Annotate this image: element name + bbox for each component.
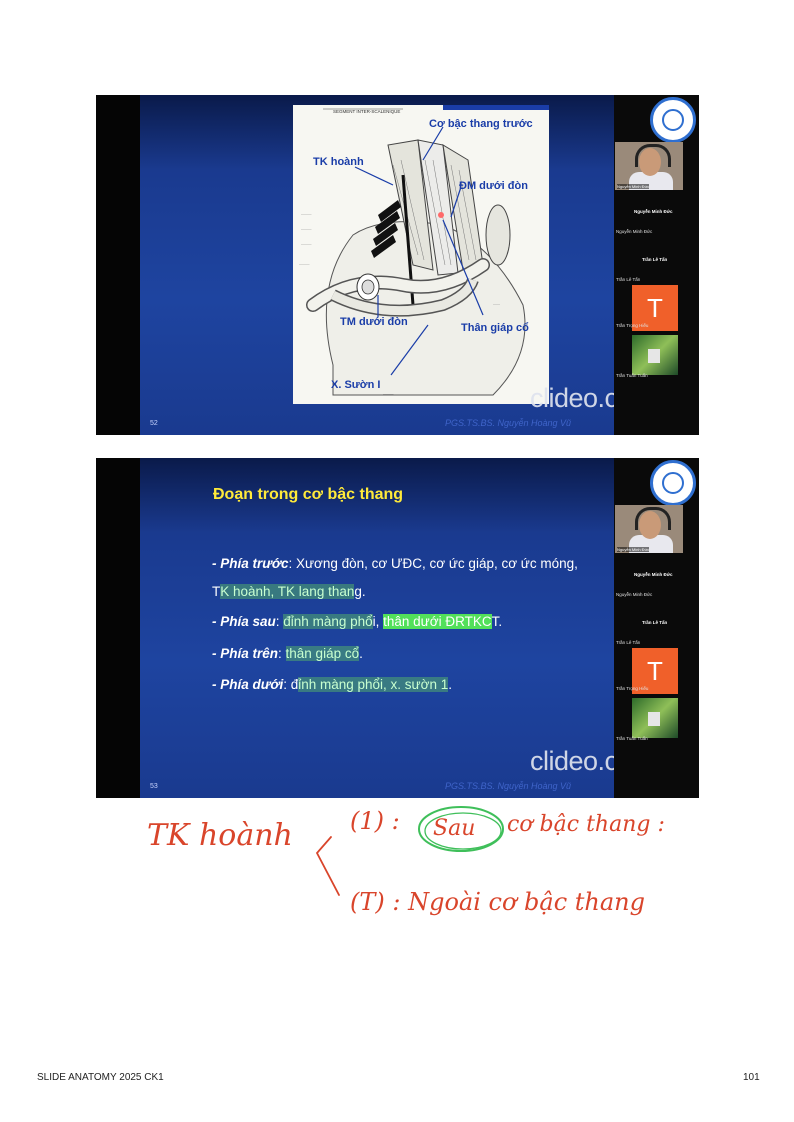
bullet-phia-sau: - Phía sau: đỉnh màng phổi, thân dưới ĐR… xyxy=(212,614,502,629)
footer-title: SLIDE ANATOMY 2025 CK1 xyxy=(37,1072,164,1083)
diagram-header: SEGMENT INTER-SCALENIQUE xyxy=(333,109,400,114)
bullet-text: i, xyxy=(372,614,384,629)
slide-number: 53 xyxy=(150,783,158,790)
svg-text:———: ——— xyxy=(301,227,312,231)
participant-name: Nguyễn Minh Đức xyxy=(634,572,673,577)
note-marker-1: (1) : xyxy=(350,807,400,835)
bullet-text: T xyxy=(212,584,221,599)
anatomy-diagram: SEGMENT INTER-SCALENIQUE ——— ——— ——— ———… xyxy=(293,105,549,404)
label-co-bac-thang-truoc: Cơ bậc thang trước xyxy=(429,118,533,130)
webcam-video: Nguyễn Minh Đức xyxy=(615,142,683,190)
bullet-phia-tren: - Phía trên: thân giáp cổ. xyxy=(212,646,363,661)
bullet-text: : xyxy=(278,646,286,661)
svg-text:———: ——— xyxy=(301,212,312,216)
label-tm-duoi-don: TM dưới đòn xyxy=(340,316,408,328)
video-name-label: Nguyễn Minh Đức xyxy=(617,547,650,552)
bullet-text: . xyxy=(359,646,363,661)
svg-text:———: ——— xyxy=(301,242,312,246)
participant-name: Trần Lê Tấn xyxy=(616,277,641,282)
video-participant-panel: Nguyễn Minh Đức Nguyễn Minh Đức Nguyễn M… xyxy=(614,95,699,435)
svg-text:——: —— xyxy=(493,302,501,306)
note-line2: (T) : Ngoài cơ bậc thang xyxy=(350,888,645,916)
slide-left-margin xyxy=(96,458,140,798)
bullet-label: - Phía trên xyxy=(212,646,279,661)
bullet-text: : Xương đòn, cơ ƯĐC, cơ ức giáp, cơ ức m… xyxy=(288,556,578,571)
highlighted-text: K hoành, TK lang than xyxy=(220,584,355,599)
bullet-label: - Phía trước xyxy=(212,556,289,571)
slide-title: Đoạn trong cơ bậc thang xyxy=(213,486,404,503)
participant-name: Trần Lê Tấn xyxy=(642,620,668,625)
highlighted-text: đỉnh màng phổ xyxy=(283,614,373,629)
slide-credit: PGS.TS.BS. Nguyễn Hoàng Vũ xyxy=(445,418,572,428)
participant-name: Nguyễn Minh Đức xyxy=(616,592,653,597)
participant-name: Trần Lê Tấn xyxy=(642,257,668,262)
slide-52: SEGMENT INTER-SCALENIQUE ——— ——— ——— ———… xyxy=(96,95,699,435)
note-tk-hoanh: TK hoành xyxy=(147,818,293,853)
video-name-label: Nguyễn Minh Đức xyxy=(617,184,650,189)
label-than-giap-co: Thân giáp cổ xyxy=(461,322,529,334)
participant-thumbnail xyxy=(632,335,678,375)
slide-left-margin xyxy=(96,95,140,435)
webcam-video: Nguyễn Minh Đức xyxy=(615,505,683,553)
label-tk-hoanh: TK hoành xyxy=(313,156,364,168)
highlighted-text: thân giáp cổ xyxy=(285,646,360,661)
university-logo-icon xyxy=(650,460,696,506)
participant-name: Trần Trọng Hiếu xyxy=(616,686,649,691)
participant-name: Nguyễn Minh Đức xyxy=(616,229,653,234)
label-dm-duoi-don: ĐM dưới đòn xyxy=(459,180,528,192)
bullet-phia-truoc-cont: TK hoành, TK lang thang. xyxy=(212,584,366,599)
handwritten-notes: TK hoành (1) : Sau cơ bậc thang : (T) : … xyxy=(147,806,665,916)
slide-number: 52 xyxy=(150,420,158,427)
participant-name: Trần Tuấn Tuấn xyxy=(616,736,648,741)
bullet-text: . xyxy=(448,677,452,692)
slide-53: Đoạn trong cơ bậc thang - Phía trước: Xư… xyxy=(96,458,699,798)
page-number: 101 xyxy=(743,1072,760,1083)
participant-name: Trần Tuấn Tuấn xyxy=(616,373,648,378)
slide-credit: PGS.TS.BS. Nguyễn Hoàng Vũ xyxy=(445,781,572,791)
bullet-phia-duoi: - Phía dưới: đỉnh màng phổi, x. sườn 1. xyxy=(212,677,452,692)
highlighted-text: ỉnh màng phổi, x. sườn 1 xyxy=(298,677,449,692)
video-participant-panel: Nguyễn Minh Đức Nguyễn Minh Đức Nguyễn M… xyxy=(614,458,699,798)
participant-name: Trần Trọng Hiếu xyxy=(616,323,649,328)
bullet-phia-truoc: - Phía trước: Xương đòn, cơ ƯĐC, cơ ức g… xyxy=(212,556,578,571)
participant-name: Trần Lê Tấn xyxy=(616,640,641,645)
bullet-text: g. xyxy=(354,584,366,599)
bullet-text: : đ xyxy=(283,677,299,692)
university-logo-icon xyxy=(650,97,696,143)
participant-thumbnail xyxy=(632,698,678,738)
bullet-label: - Phía dưới xyxy=(212,677,284,692)
bullet-text: T. xyxy=(491,614,503,629)
participant-name: Nguyễn Minh Đức xyxy=(634,209,673,214)
highlighted-text: thân dưới ĐRTKC xyxy=(383,614,492,629)
label-x-suon-1: X. Sườn I xyxy=(331,379,381,391)
note-circled-word: Sau xyxy=(433,816,475,841)
svg-text:———: ——— xyxy=(299,262,310,266)
bullet-label: - Phía sau xyxy=(212,614,276,629)
note-line1-rest: cơ bậc thang : xyxy=(507,812,665,837)
anatomy-drawing: SEGMENT INTER-SCALENIQUE ———————————— ——… xyxy=(299,105,549,396)
svg-text:———: ——— xyxy=(383,392,394,396)
